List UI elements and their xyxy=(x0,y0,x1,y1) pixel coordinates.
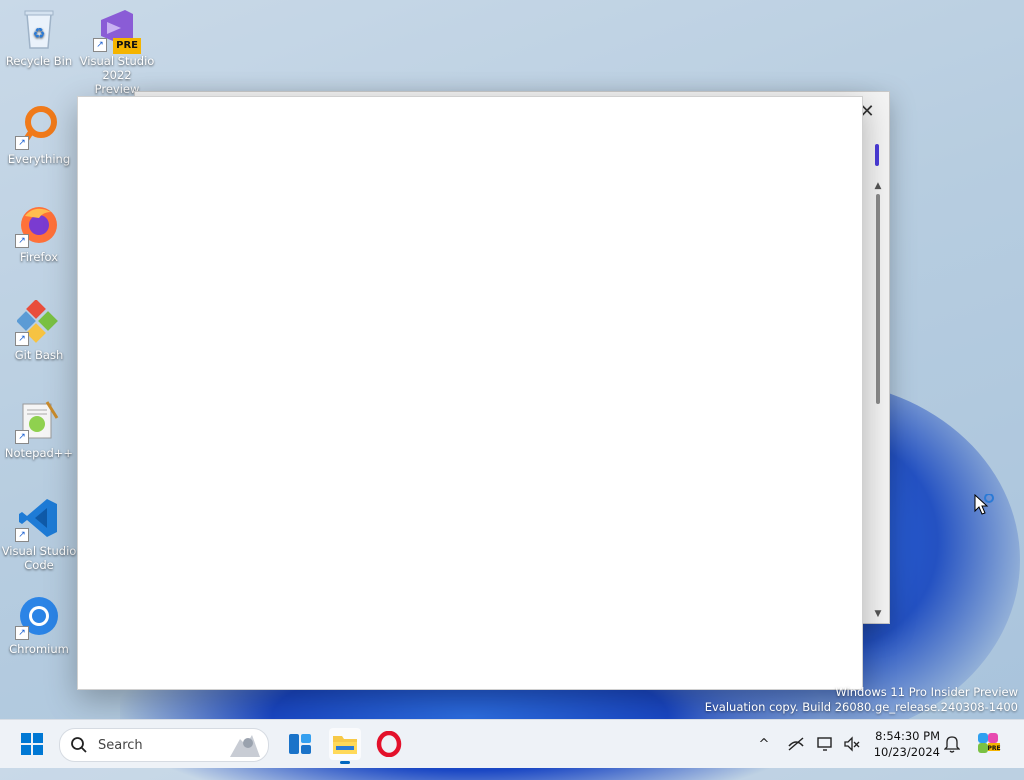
volume-muted-icon[interactable] xyxy=(842,734,862,754)
taskbar: ^ 8:54:30 PM 10/23/2024 PRE xyxy=(0,719,1024,768)
widgets-button[interactable] xyxy=(284,728,316,760)
desktop-icon-notepad-plus-plus[interactable]: ↗ Notepad++ xyxy=(1,392,77,460)
cursor-busy-icon xyxy=(974,493,994,516)
desktop-icon-everything[interactable]: ↗ Everything xyxy=(1,98,77,166)
copilot-preview-icon[interactable]: PRE xyxy=(976,731,1002,757)
shortcut-arrow-icon: ↗ xyxy=(15,136,29,150)
opera-icon xyxy=(376,731,402,757)
blank-window[interactable] xyxy=(77,96,863,690)
desktop-icon-label: Git Bash xyxy=(14,348,64,362)
shortcut-arrow-icon: ↗ xyxy=(93,38,107,52)
widgets-icon xyxy=(289,734,311,754)
notification-bell-icon[interactable] xyxy=(942,734,962,754)
desktop-icon-label: Everything xyxy=(7,152,71,166)
file-explorer-icon xyxy=(333,736,357,754)
recycle-bin-icon: ♻ xyxy=(17,6,61,50)
desktop-icon-label: Recycle Bin xyxy=(5,54,73,68)
clock[interactable]: 8:54:30 PM 10/23/2024 xyxy=(874,728,940,760)
desktop-icon-git-bash[interactable]: ↗ Git Bash xyxy=(1,294,77,362)
desktop-icon-label: Visual Studio Code xyxy=(1,544,77,572)
shortcut-arrow-icon: ↗ xyxy=(15,528,29,542)
desktop-icon-chromium[interactable]: ↗ Chromium xyxy=(1,588,77,656)
desktop-icon-firefox[interactable]: ↗ Firefox xyxy=(1,196,77,264)
scrollbar-thumb[interactable] xyxy=(876,194,880,404)
visual-studio-icon: PRE ↗ xyxy=(93,6,141,54)
desktop-icon-visual-studio[interactable]: PRE ↗ Visual Studio 2022 Preview xyxy=(79,0,155,96)
shortcut-arrow-icon: ↗ xyxy=(15,332,29,346)
scroll-down-icon[interactable]: ▼ xyxy=(871,608,885,620)
start-icon xyxy=(21,733,43,755)
shortcut-arrow-icon: ↗ xyxy=(15,234,29,248)
desktop-icon-label: Notepad++ xyxy=(4,446,74,460)
desktop-icon-label: Firefox xyxy=(19,250,59,264)
search-highlight-icon xyxy=(230,735,260,757)
git-bash-icon: ↗ xyxy=(15,300,61,346)
active-app-indicator xyxy=(340,761,350,764)
everything-search-icon: ↗ xyxy=(15,104,61,150)
file-explorer-button[interactable] xyxy=(329,728,361,764)
search-icon xyxy=(71,737,87,753)
watermark-line-2: Evaluation copy. Build 26080.ge_release.… xyxy=(704,700,1018,714)
display-icon[interactable] xyxy=(816,734,836,754)
svg-text:PRE: PRE xyxy=(987,745,1000,752)
desktop-icon-label: Chromium xyxy=(9,642,69,656)
chromium-icon: ↗ xyxy=(15,594,61,640)
vscode-icon: ↗ xyxy=(15,496,61,542)
desktop-icon-vscode[interactable]: ↗ Visual Studio Code xyxy=(1,490,77,572)
system-tray: ^ 8:54:30 PM 10/23/2024 PRE xyxy=(744,720,1024,768)
shortcut-arrow-icon: ↗ xyxy=(15,430,29,444)
watermark-line-1: Windows 11 Pro Insider Preview xyxy=(835,685,1018,699)
scroll-up-icon[interactable]: ▲ xyxy=(871,180,885,192)
scroll-accent-indicator xyxy=(875,144,879,166)
preview-badge: PRE xyxy=(113,38,141,54)
clock-date: 10/23/2024 xyxy=(873,745,940,759)
windows-watermark: Windows 11 Pro Insider Preview Evaluatio… xyxy=(705,685,1018,715)
svg-text:♻: ♻ xyxy=(33,26,46,42)
firefox-icon: ↗ xyxy=(15,202,61,248)
show-hidden-icons-icon[interactable]: ^ xyxy=(754,734,774,754)
taskbar-search[interactable] xyxy=(59,728,269,762)
desktop-icon-label: Visual Studio 2022 Preview xyxy=(79,54,155,96)
desktop-icon-recycle-bin[interactable]: ♻ Recycle Bin xyxy=(1,0,77,68)
clock-time: 8:54:30 PM xyxy=(875,729,940,743)
notepad-plus-plus-icon: ↗ xyxy=(15,398,61,444)
start-button[interactable] xyxy=(16,728,48,760)
shortcut-arrow-icon: ↗ xyxy=(15,626,29,640)
vertical-scrollbar[interactable]: ▲ ▼ xyxy=(871,180,885,620)
search-input[interactable] xyxy=(96,736,220,754)
opera-button[interactable] xyxy=(373,728,405,760)
network-icon[interactable] xyxy=(786,734,806,754)
